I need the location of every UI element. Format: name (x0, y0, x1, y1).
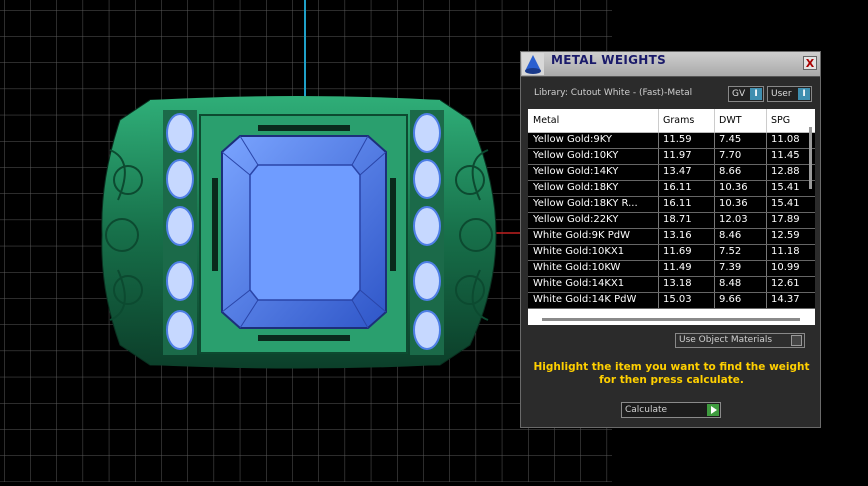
checkbox-box[interactable] (791, 335, 802, 346)
blue-cone-logo-icon (522, 53, 544, 75)
cell-metal: White Gold:14KX1 (533, 278, 625, 289)
cell-metal: White Gold:14K PdW (533, 294, 637, 305)
header-metal[interactable]: Metal (533, 115, 559, 126)
cell-spg: 15.41 (771, 182, 800, 193)
table-row[interactable]: Yellow Gold:10KY 11.97 7.70 11.45 (528, 149, 815, 165)
cell-metal: Yellow Gold:22KY (533, 214, 619, 225)
cell-metal: Yellow Gold:18KY R... (533, 198, 638, 209)
header-grams[interactable]: Grams (663, 115, 694, 126)
header-dwt[interactable]: DWT (719, 115, 742, 126)
cell-spg: 10.99 (771, 262, 800, 273)
cell-dwt: 7.45 (719, 134, 742, 145)
cell-metal: Yellow Gold:14KY (533, 166, 619, 177)
cell-grams: 16.11 (663, 182, 692, 193)
gv-toggle-label: GV (732, 89, 746, 99)
panel-titlebar[interactable]: METAL WEIGHTS X (521, 52, 820, 77)
slot-bottom (258, 335, 350, 341)
cell-spg: 17.89 (771, 214, 800, 225)
cell-dwt: 10.36 (719, 182, 748, 193)
vertical-scrollbar[interactable] (809, 127, 812, 189)
library-label: Library: Cutout White - (Fast)-Metal (534, 88, 693, 98)
cell-spg: 12.59 (771, 230, 800, 241)
user-toggle[interactable]: User I (767, 86, 812, 102)
cell-dwt: 12.03 (719, 214, 748, 225)
table-row[interactable]: Yellow Gold:9KY 11.59 7.45 11.08 (528, 133, 815, 149)
table-row[interactable]: Yellow Gold:14KY 13.47 8.66 12.88 (528, 165, 815, 181)
user-toggle-knob: I (798, 88, 810, 100)
cell-dwt: 8.66 (719, 166, 742, 177)
cell-dwt: 7.39 (719, 262, 742, 273)
cell-metal: Yellow Gold:9KY (533, 134, 612, 145)
user-toggle-label: User (771, 89, 792, 99)
cell-grams: 13.16 (663, 230, 692, 241)
cell-metal: Yellow Gold:18KY (533, 182, 619, 193)
cell-dwt: 7.70 (719, 150, 742, 161)
cell-grams: 18.71 (663, 214, 692, 225)
table-row[interactable]: White Gold:9K PdW 13.16 8.46 12.59 (528, 229, 815, 245)
cell-dwt: 10.36 (719, 198, 748, 209)
table-header: Metal Grams DWT SPG (528, 109, 815, 133)
header-spg[interactable]: SPG (771, 115, 790, 126)
cell-metal: White Gold:10KW (533, 262, 621, 273)
cell-grams: 16.11 (663, 198, 692, 209)
calculate-label: Calculate (625, 405, 668, 415)
use-object-materials-label: Use Object Materials (679, 335, 773, 345)
slot-right (390, 178, 396, 271)
cell-grams: 13.18 (663, 278, 692, 289)
panel-title: METAL WEIGHTS (551, 53, 667, 67)
use-object-materials-checkbox[interactable]: Use Object Materials (675, 333, 805, 348)
cell-dwt: 7.52 (719, 246, 742, 257)
gv-toggle-knob: I (750, 88, 762, 100)
slot-left (212, 178, 218, 271)
cell-spg: 12.88 (771, 166, 800, 177)
cell-dwt: 9.66 (719, 294, 742, 305)
table-row[interactable]: Yellow Gold:18KY 16.11 10.36 15.41 (528, 181, 815, 197)
table-row[interactable]: White Gold:10KW 11.49 7.39 10.99 (528, 261, 815, 277)
play-icon (707, 404, 719, 416)
metal-table[interactable]: Metal Grams DWT SPG Yellow Gold:9KY 11.59… (528, 109, 815, 325)
cell-spg: 11.18 (771, 246, 800, 257)
table-row[interactable]: White Gold:14K PdW 15.03 9.66 14.37 (528, 293, 815, 309)
table-row[interactable]: Yellow Gold:18KY R... 16.11 10.36 15.41 (528, 197, 815, 213)
cell-metal: White Gold:9K PdW (533, 230, 630, 241)
horizontal-scrollbar-thumb[interactable] (542, 318, 800, 321)
cell-grams: 15.03 (663, 294, 692, 305)
cell-spg: 15.41 (771, 198, 800, 209)
cell-metal: Yellow Gold:10KY (533, 150, 619, 161)
cell-dwt: 8.48 (719, 278, 742, 289)
table-row[interactable]: Yellow Gold:22KY 18.71 12.03 17.89 (528, 213, 815, 229)
instruction-text: Highlight the item you want to find the … (533, 361, 810, 386)
cell-metal: White Gold:10KX1 (533, 246, 625, 257)
center-stone-table (249, 164, 361, 301)
cell-spg: 14.37 (771, 294, 800, 305)
cell-spg: 12.61 (771, 278, 800, 289)
table-row[interactable]: White Gold:14KX1 13.18 8.48 12.61 (528, 277, 815, 293)
gv-toggle[interactable]: GV I (728, 86, 764, 102)
cell-dwt: 8.46 (719, 230, 742, 241)
cell-spg: 11.08 (771, 134, 800, 145)
cell-grams: 11.59 (663, 134, 692, 145)
slot-top (258, 125, 350, 131)
cell-grams: 11.69 (663, 246, 692, 257)
cell-grams: 13.47 (663, 166, 692, 177)
cell-grams: 11.49 (663, 262, 692, 273)
cell-grams: 11.97 (663, 150, 692, 161)
horizontal-scrollbar[interactable] (528, 313, 815, 325)
calculate-button[interactable]: Calculate (621, 402, 721, 418)
metal-weights-panel: METAL WEIGHTS X Library: Cutout White - … (520, 51, 821, 428)
cell-spg: 11.45 (771, 150, 800, 161)
table-rows: Yellow Gold:9KY 11.59 7.45 11.08 Yellow Gold… (528, 133, 815, 309)
table-row[interactable]: White Gold:10KX1 11.69 7.52 11.18 (528, 245, 815, 261)
close-icon[interactable]: X (803, 56, 817, 70)
